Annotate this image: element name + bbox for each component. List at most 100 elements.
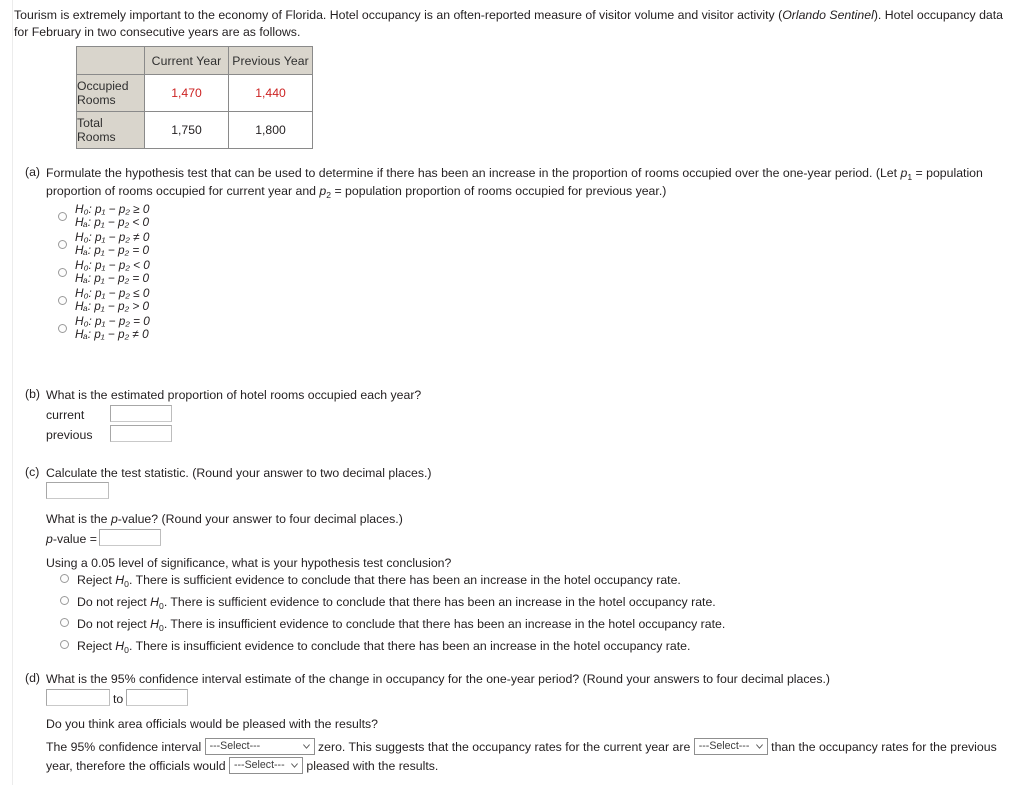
conclusion-option-4-h-symbol: H	[115, 639, 125, 653]
conclusion-option-3-text: Do not reject H0. There is insufficient …	[77, 617, 726, 633]
table-header-row: Current Year Previous Year	[76, 46, 313, 75]
cell-total-previous: 1,800	[228, 111, 313, 149]
radio-conclusion-3[interactable]	[60, 618, 69, 627]
conclusion-option-4[interactable]: Reject H0. There is insufficient evidenc…	[60, 639, 725, 661]
row-header-total-rooms: Total Rooms	[76, 111, 145, 149]
conclusion-option-4-prefix: Reject	[77, 639, 116, 653]
page-left-rule	[12, 0, 13, 785]
pvalue-label-rest: -value =	[52, 532, 97, 546]
pvalue-prompt-text-1: What is the	[46, 512, 111, 526]
previous-proportion-input[interactable]	[110, 425, 172, 442]
final-conclusion-paragraph: The 95% confidence interval ---Select---…	[46, 738, 1021, 776]
final-text-2: zero. This suggests that the occupancy r…	[318, 740, 691, 754]
hypothesis-option-1-null: H₀: p₁ − p₂ ≥ 0	[75, 201, 150, 216]
part-a-prompt: Formulate the hypothesis test that can b…	[46, 165, 1018, 201]
conclusion-option-3-h-subscript: 0	[159, 623, 164, 633]
part-b-prompt: What is the estimated proportion of hote…	[46, 388, 422, 402]
conclusion-option-2[interactable]: Do not reject H0. There is sufficient ev…	[60, 595, 725, 617]
conclusion-option-1-prefix: Reject	[77, 573, 116, 587]
radio-hypothesis-1[interactable]	[58, 211, 67, 221]
column-header-previous-year: Previous Year	[228, 46, 313, 75]
intro-source-name: Orlando Sentinel	[782, 8, 874, 22]
part-a-p2-subscript: 2	[326, 190, 332, 200]
chevron-down-icon	[755, 744, 763, 749]
part-c-prompt: Calculate the test statistic. (Round you…	[46, 466, 432, 480]
hypothesis-option-1-text: H₀: p₁ − p₂ ≥ 0 Hₐ: p₁ − p₂ < 0	[75, 201, 150, 230]
conclusion-option-1-h-symbol: H	[115, 573, 125, 587]
officials-prompt: Do you think area officials would be ple…	[46, 717, 378, 731]
hypothesis-option-5-alt: Hₐ: p₁ − p₂ ≠ 0	[75, 327, 149, 341]
pvalue-field-label: p-value =	[46, 531, 97, 548]
part-a-label: (a)	[25, 165, 41, 179]
test-statistic-input[interactable]	[46, 482, 109, 499]
conclusion-option-1[interactable]: Reject H0. There is sufficient evidence …	[60, 573, 725, 595]
select-officials-pleased-value: ---Select---	[233, 759, 285, 771]
hypothesis-option-3-null: H₀: p₁ − p₂ < 0	[75, 257, 150, 272]
hypothesis-option-2-text: H₀: p₁ − p₂ ≠ 0 Hₐ: p₁ − p₂ = 0	[75, 229, 150, 258]
part-c-label: (c)	[25, 465, 40, 479]
hypothesis-option-4-null: H₀: p₁ − p₂ ≤ 0	[75, 285, 150, 300]
part-a-prompt-text-3: = population proportion of rooms occupie…	[331, 184, 667, 198]
radio-hypothesis-2[interactable]	[58, 239, 67, 249]
pvalue-prompt-p-symbol: p	[110, 512, 118, 526]
hypothesis-option-1[interactable]: H₀: p₁ − p₂ ≥ 0 Hₐ: p₁ − p₂ < 0	[58, 202, 150, 230]
conclusion-prompt: Using a 0.05 level of significance, what…	[46, 556, 452, 570]
current-field-label: current	[46, 408, 85, 422]
hypothesis-option-4-alt: Hₐ: p₁ − p₂ > 0	[75, 299, 150, 313]
final-text-4: pleased with the results.	[306, 759, 439, 773]
hypothesis-option-4-text: H₀: p₁ − p₂ ≤ 0 Hₐ: p₁ − p₂ > 0	[75, 285, 150, 314]
hypothesis-option-5-text: H₀: p₁ − p₂ = 0 Hₐ: p₁ − p₂ ≠ 0	[75, 313, 150, 342]
radio-conclusion-1[interactable]	[60, 574, 69, 583]
pvalue-input[interactable]	[99, 529, 161, 546]
radio-hypothesis-5[interactable]	[58, 323, 67, 333]
conclusion-option-2-rest: . There is sufficient evidence to conclu…	[163, 595, 716, 609]
select-rate-comparison-value: ---Select---	[698, 740, 750, 752]
hypothesis-option-4[interactable]: H₀: p₁ − p₂ ≤ 0 Hₐ: p₁ − p₂ > 0	[58, 286, 150, 314]
select-interval-relation[interactable]: ---Select---	[204, 738, 315, 755]
ci-to-label: to	[113, 692, 124, 706]
hypothesis-option-2-alt: Hₐ: p₁ − p₂ = 0	[75, 243, 150, 257]
hypothesis-option-1-alt: Hₐ: p₁ − p₂ < 0	[75, 215, 150, 229]
hypothesis-option-3[interactable]: H₀: p₁ − p₂ < 0 Hₐ: p₁ − p₂ = 0	[58, 258, 150, 286]
part-a-p1-subscript: 1	[907, 172, 913, 182]
hypothesis-option-2-null: H₀: p₁ − p₂ ≠ 0	[75, 229, 150, 244]
conclusion-option-2-h-symbol: H	[150, 595, 160, 609]
row-header-occupied-rooms: Occupied Rooms	[76, 74, 145, 112]
chevron-down-icon	[302, 744, 310, 749]
table-row: Occupied Rooms 1,470 1,440	[76, 74, 313, 112]
final-text-1: The 95% confidence interval	[46, 740, 202, 754]
intro-paragraph: Tourism is extremely important to the ec…	[14, 7, 1018, 41]
select-interval-relation-value: ---Select---	[209, 740, 261, 752]
previous-field-label: previous	[46, 428, 93, 442]
cell-occupied-previous: 1,440	[228, 74, 313, 112]
hypothesis-options-group: H₀: p₁ − p₂ ≥ 0 Hₐ: p₁ − p₂ < 0 H₀: p₁ − …	[58, 202, 150, 342]
conclusion-option-1-h-subscript: 0	[124, 579, 129, 589]
select-officials-pleased[interactable]: ---Select---	[228, 757, 303, 774]
radio-conclusion-2[interactable]	[60, 596, 69, 605]
hypothesis-option-3-alt: Hₐ: p₁ − p₂ = 0	[75, 271, 150, 285]
part-d-prompt: What is the 95% confidence interval esti…	[46, 672, 831, 686]
hypothesis-option-5[interactable]: H₀: p₁ − p₂ = 0 Hₐ: p₁ − p₂ ≠ 0	[58, 314, 150, 342]
cell-occupied-current: 1,470	[144, 74, 229, 112]
hypothesis-option-2[interactable]: H₀: p₁ − p₂ ≠ 0 Hₐ: p₁ − p₂ = 0	[58, 230, 150, 258]
radio-hypothesis-3[interactable]	[58, 267, 67, 277]
occupancy-data-table-wrapper: Current Year Previous Year Occupied Room…	[76, 46, 313, 149]
radio-conclusion-4[interactable]	[60, 640, 69, 649]
hypothesis-option-5-null: H₀: p₁ − p₂ = 0	[75, 313, 150, 328]
conclusion-option-3-rest: . There is insufficient evidence to conc…	[163, 617, 726, 631]
conclusion-option-3[interactable]: Do not reject H0. There is insufficient …	[60, 617, 725, 639]
radio-hypothesis-4[interactable]	[58, 295, 67, 305]
ci-lower-input[interactable]	[46, 689, 110, 706]
intro-text-before: Tourism is extremely important to the ec…	[14, 8, 783, 22]
select-rate-comparison[interactable]: ---Select---	[693, 738, 768, 755]
hypothesis-option-3-text: H₀: p₁ − p₂ < 0 Hₐ: p₁ − p₂ = 0	[75, 257, 150, 286]
conclusion-option-2-prefix: Do not reject	[77, 595, 151, 609]
ci-upper-input[interactable]	[126, 689, 188, 706]
current-proportion-input[interactable]	[110, 405, 172, 422]
part-a-prompt-text-1: Formulate the hypothesis test that can b…	[46, 166, 901, 180]
chevron-down-icon	[291, 763, 298, 768]
conclusion-option-1-rest: . There is sufficient evidence to conclu…	[128, 573, 681, 587]
occupancy-data-table: Current Year Previous Year Occupied Room…	[76, 46, 313, 149]
column-header-current-year: Current Year	[144, 46, 229, 75]
conclusion-option-1-text: Reject H0. There is sufficient evidence …	[77, 573, 681, 589]
